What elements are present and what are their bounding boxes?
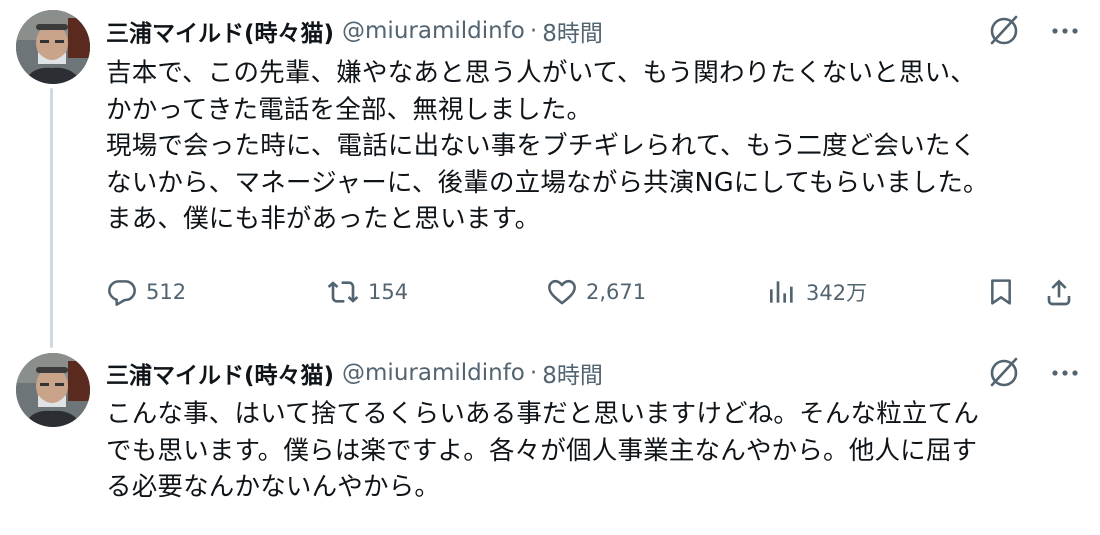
user-handle[interactable]: @miuramildinfo <box>342 360 525 386</box>
heart-icon <box>548 279 576 305</box>
avatar[interactable] <box>16 353 90 427</box>
more-icon[interactable] <box>1050 16 1080 46</box>
bookmark-icon <box>991 279 1011 305</box>
display-name[interactable]: 三浦マイルド(時々猫) <box>106 14 334 48</box>
retweet-button[interactable]: 154 <box>326 276 408 308</box>
display-name[interactable]: 三浦マイルド(時々猫) <box>106 356 334 390</box>
reply-count: 512 <box>146 280 187 304</box>
retweet-icon <box>327 281 359 303</box>
timestamp[interactable]: 8時間 <box>542 14 603 48</box>
bookmark-button[interactable] <box>985 276 1017 308</box>
separator-dot: · <box>529 360 538 386</box>
reply-icon <box>108 280 136 306</box>
tweet-header: 三浦マイルド(時々猫) @miuramildinfo · 8時間 <box>106 356 1080 390</box>
grok-icon[interactable] <box>986 355 1022 391</box>
user-handle[interactable]: @miuramildinfo <box>342 18 525 44</box>
separator-dot: · <box>529 18 538 44</box>
avatar[interactable] <box>16 10 90 84</box>
share-icon <box>1047 279 1071 306</box>
header-controls <box>986 13 1080 49</box>
grok-icon[interactable] <box>986 13 1022 49</box>
like-count: 2,671 <box>586 280 647 304</box>
tweet-2[interactable]: 三浦マイルド(時々猫) @miuramildinfo · 8時間 こんな事、はい… <box>0 345 1100 535</box>
like-button[interactable]: 2,671 <box>546 276 646 308</box>
analytics-icon <box>770 281 793 303</box>
retweet-count: 154 <box>368 280 409 304</box>
reply-button[interactable]: 512 <box>106 276 186 308</box>
tweet-actions: 512 154 2,671 342万 <box>0 268 1100 318</box>
header-controls <box>986 355 1080 391</box>
tweet-header: 三浦マイルド(時々猫) @miuramildinfo · 8時間 <box>106 14 1080 48</box>
tweet-1[interactable]: 三浦マイルド(時々猫) @miuramildinfo · 8時間 吉本で、この先… <box>0 0 1100 345</box>
tweet-text: こんな事、はいて捨てるくらいある事だと思いますけどね。そんな粒立てん でも思いま… <box>106 399 980 502</box>
share-button[interactable] <box>1043 276 1075 308</box>
tweet-text: 吉本で、この先輩、嫌やなあと思う人がいて、もう関わりたくないと思い、 かかってき… <box>106 58 989 234</box>
timestamp[interactable]: 8時間 <box>542 356 603 390</box>
more-icon[interactable] <box>1050 358 1080 388</box>
view-count: 342万 <box>806 281 868 305</box>
views-button[interactable]: 342万 <box>766 276 867 308</box>
